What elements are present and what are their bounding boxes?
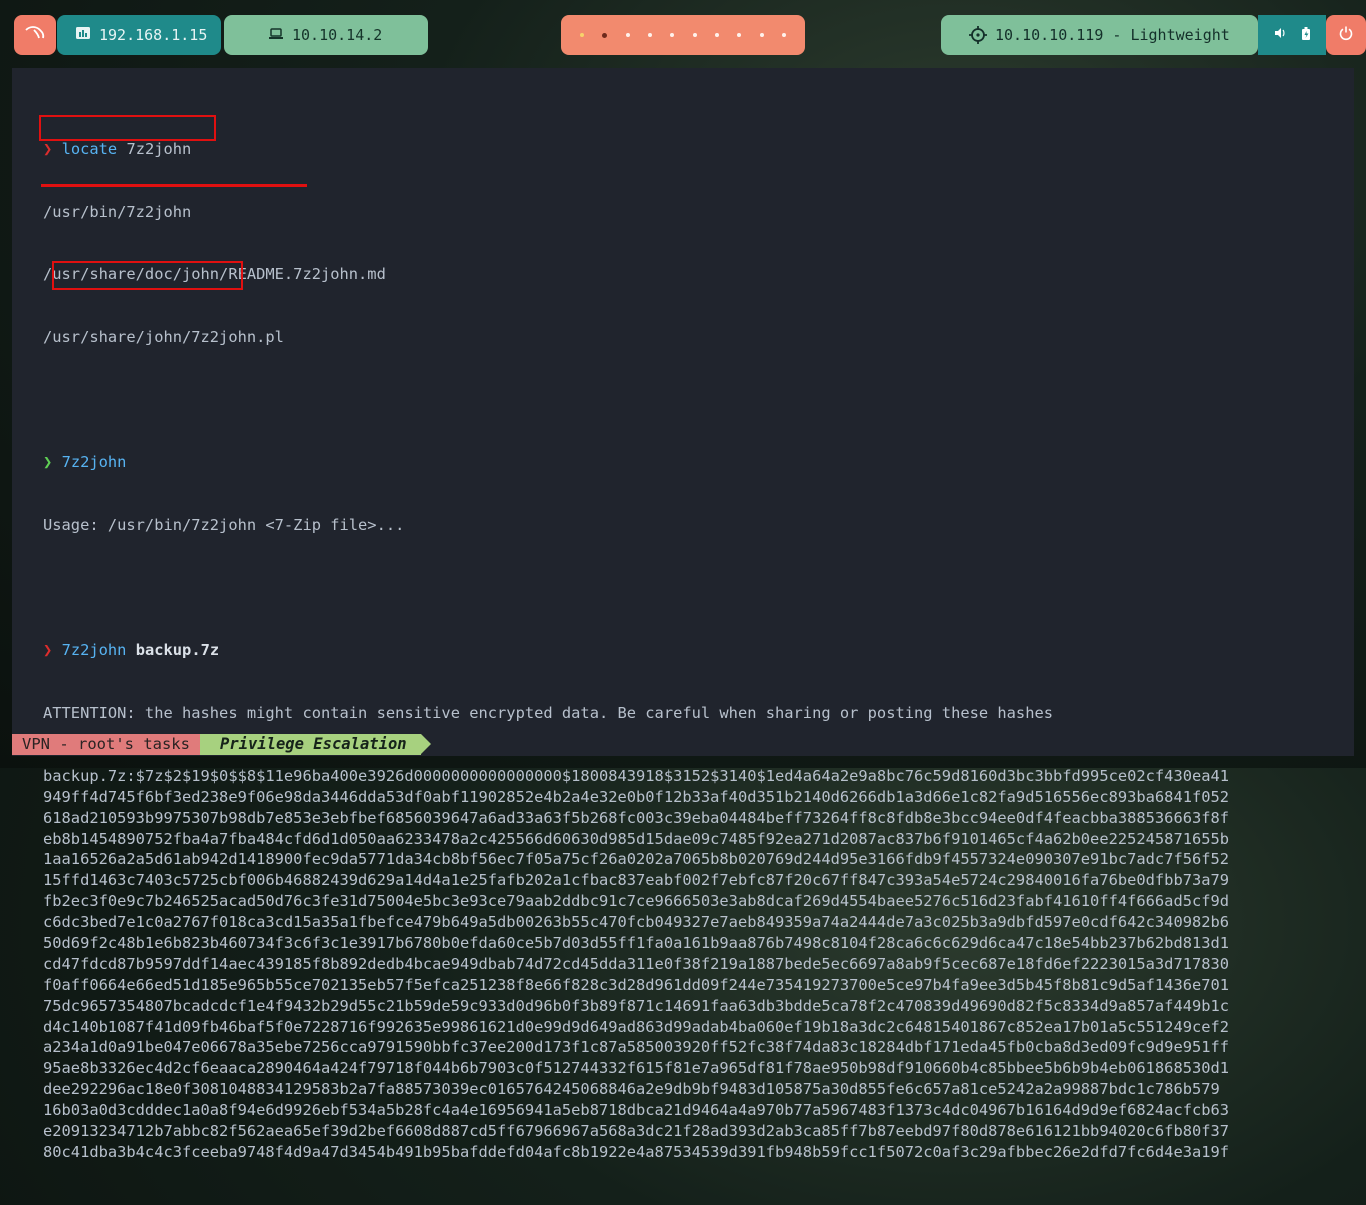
- hash-line: dee292296ac18e0f3081048834129583b2a7fa88…: [43, 1080, 1220, 1099]
- hash-line: d4c140b1087f41d09fb46baf5f0e7228716f9926…: [43, 1017, 1230, 1036]
- hash-line: 15ffd1463c7403c5725cbf006b46882439d629a1…: [43, 871, 1230, 890]
- highlight-box: [39, 115, 216, 141]
- hash-line: 80c41dba3b4c4c3fceeba9748f4d9a47d3454b49…: [43, 1142, 1230, 1161]
- highlight-box: [52, 261, 243, 290]
- command-args: backup.7z: [135, 641, 220, 660]
- workspace-7[interactable]: [714, 33, 719, 37]
- hash-line: 1aa16526a2a5d61ab942d1418900fec9da5771da…: [43, 850, 1230, 869]
- output-line: /usr/bin/7z2john: [43, 202, 192, 221]
- prompt-error: ❯: [43, 641, 53, 660]
- command-line: ❯ locate 7z2john: [43, 139, 1229, 160]
- command-line: ❯ 7z2john backup.7z: [43, 640, 1229, 661]
- hash-line: 75dc9657354807bcadcdcf1e4f9432b29d55c21b…: [43, 996, 1230, 1015]
- command-line: ❯ 7z2john: [43, 452, 1229, 473]
- highlight-underline: [41, 184, 307, 187]
- hash-line: cd47fdcd87b9597ddf14aec439185f8b892dedb4…: [43, 954, 1230, 973]
- lan-ip-text: 192.168.1.15: [99, 26, 208, 44]
- network-icon: [75, 26, 91, 44]
- power-icon: [1338, 25, 1354, 45]
- volume-icon[interactable]: [1274, 27, 1286, 43]
- hash-line: backup.7z:$7z$2$19$0$$8$11e96ba400e3926d…: [43, 766, 1230, 785]
- workspace-10[interactable]: [781, 33, 786, 37]
- command: 7z2john: [61, 453, 127, 472]
- workspace-3[interactable]: [625, 33, 630, 37]
- prompt-ok: ❯: [43, 453, 53, 472]
- prompt-error: ❯: [43, 139, 53, 158]
- hash-line: a234a1d0a91be047e06678a35ebe7256cca97915…: [43, 1038, 1230, 1057]
- hash-output: backup.7z:$7z$2$19$0$$8$11e96ba400e3926d…: [43, 766, 1229, 1163]
- target-widget: 10.10.10.119 - Lightweight: [941, 15, 1258, 55]
- vpn-ip-widget: 10.10.14.2: [224, 15, 428, 55]
- terminal-window[interactable]: ❯ locate 7z2john /usr/bin/7z2john /usr/s…: [12, 68, 1354, 1161]
- crosshair-icon: [969, 26, 987, 48]
- command-args: 7z2john: [117, 139, 192, 158]
- workspace-9[interactable]: [759, 33, 764, 37]
- hash-line: f0aff0664e66ed51d185e965b55ce702135eb57f…: [43, 975, 1230, 994]
- workspace-5[interactable]: [670, 33, 675, 37]
- hash-line: 949ff4d745f6bf3ed238e9f06e98da3446dda53d…: [43, 787, 1230, 806]
- workspace-4[interactable]: [648, 33, 653, 37]
- workspace-1[interactable]: [580, 33, 585, 37]
- vpn-ip-text: 10.10.14.2: [292, 26, 383, 44]
- workspace-2[interactable]: [602, 32, 608, 38]
- hash-line: 618ad210593b9975307b98db7e853e3ebfbef685…: [43, 808, 1230, 827]
- power-button[interactable]: [1326, 15, 1366, 55]
- hash-line: 50d69f2c48b1e6b823b460734f3c6f3c1e3917b6…: [43, 933, 1230, 952]
- hash-line: 16b03a0d3cdddec1a0a8f94e6d9926ebf534a5b2…: [43, 1101, 1230, 1120]
- battery-icon[interactable]: [1302, 26, 1310, 44]
- hash-line: c6dc3bed7e1c0a2767f018ca3cd15a35a1fbefce…: [43, 913, 1230, 932]
- hash-line: fb2ec3f0e9c7b246525acad50d76c3fe31d75004…: [43, 892, 1230, 911]
- window-tab[interactable]: Privilege Escalation: [199, 734, 431, 755]
- system-tray[interactable]: [1258, 15, 1326, 55]
- logo-button[interactable]: [14, 15, 56, 55]
- output-line: Usage: /usr/bin/7z2john <7-Zip file>...: [43, 516, 405, 535]
- kali-dragon-icon: [24, 24, 46, 47]
- target-text: 10.10.10.119 - Lightweight: [995, 26, 1230, 44]
- command: locate: [61, 139, 118, 158]
- laptop-icon: [268, 26, 284, 44]
- tmux-statusbar: VPN - root's tasks Privilege Escalation: [12, 734, 431, 755]
- session-name: VPN - root's tasks: [12, 734, 200, 755]
- warning-line: ATTENTION: the hashes might contain sens…: [43, 704, 1053, 723]
- lan-ip-widget: 192.168.1.15: [57, 15, 221, 55]
- workspace-switcher[interactable]: [561, 15, 805, 55]
- command: 7z2john: [61, 641, 127, 660]
- workspace-8[interactable]: [737, 33, 742, 37]
- hash-line: e20913234712b7abbc82f562aea65ef39d2bef66…: [43, 1121, 1230, 1140]
- workspace-6[interactable]: [692, 33, 697, 37]
- output-line: /usr/share/john/7z2john.pl: [43, 327, 284, 346]
- hash-line: 95ae8b3326ec4d2cf6eaaca2890464a424f79718…: [43, 1059, 1230, 1078]
- hash-line: eb8b1454890752fba4a7fba484cfd6d1d050aa62…: [43, 829, 1230, 848]
